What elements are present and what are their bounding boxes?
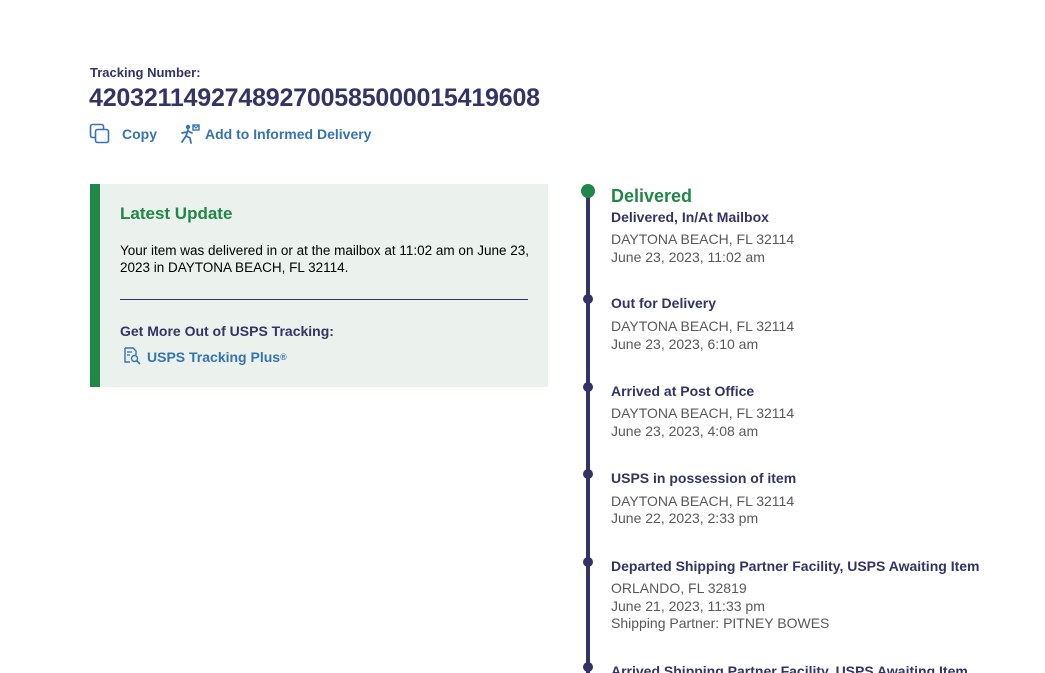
- informed-delivery-icon: [179, 123, 205, 145]
- event-location: ORLANDO, FL 32819: [611, 580, 747, 596]
- copy-icon: [89, 123, 122, 145]
- event-datetime: June 23, 2023, 11:02 am: [611, 249, 765, 265]
- tracking-plus-icon: [122, 346, 147, 368]
- event-status: Arrived at Post Office: [611, 383, 755, 399]
- delivered-headline: Delivered: [611, 186, 693, 206]
- timeline-dot: [583, 294, 593, 304]
- timeline-dot: [583, 557, 593, 567]
- timeline-dot: [583, 382, 593, 392]
- latest-update-title: Latest Update: [120, 204, 233, 223]
- timeline-dot: [583, 662, 593, 672]
- event-location: DAYTONA BEACH, FL 32114: [611, 405, 795, 421]
- usps-tracking-plus-link[interactable]: USPS Tracking Plus ®: [122, 346, 287, 368]
- divider: [120, 299, 528, 300]
- event-datetime: June 22, 2023, 2:33 pm: [611, 510, 759, 526]
- tracking-number: 420321149274892700585000015419608: [89, 84, 540, 112]
- event-status: Out for Delivery: [611, 295, 717, 311]
- more-tracking-label: Get More Out of USPS Tracking:: [120, 323, 334, 339]
- event-note: Shipping Partner: PITNEY BOWES: [611, 615, 830, 631]
- timeline-line: [586, 192, 590, 673]
- tracking-actions: Copy Add to Informed Delivery: [89, 123, 371, 145]
- copy-label: Copy: [122, 126, 157, 142]
- timeline-dot-delivered: [581, 184, 595, 198]
- event-status: Arrived Shipping Partner Facility, USPS …: [611, 663, 968, 673]
- copy-button[interactable]: Copy: [89, 123, 157, 145]
- tracking-number-label: Tracking Number:: [90, 65, 201, 80]
- tracking-plus-label: USPS Tracking Plus: [147, 349, 281, 365]
- event-datetime: June 23, 2023, 6:10 am: [611, 336, 759, 352]
- event-datetime: June 23, 2023, 4:08 am: [611, 423, 759, 439]
- tracking-history-timeline: Delivered Delivered, In/At Mailbox DAYTO…: [580, 0, 1045, 673]
- registered-mark: ®: [280, 352, 287, 362]
- event-datetime: June 21, 2023, 11:33 pm: [611, 598, 765, 614]
- event-location: DAYTONA BEACH, FL 32114: [611, 231, 795, 247]
- event-status: Delivered, In/At Mailbox: [611, 209, 769, 225]
- timeline-dot: [583, 469, 593, 479]
- event-status: Departed Shipping Partner Facility, USPS…: [611, 558, 980, 574]
- event-location: DAYTONA BEACH, FL 32114: [611, 318, 795, 334]
- latest-update-text: Your item was delivered in or at the mai…: [120, 243, 529, 275]
- add-informed-delivery-button[interactable]: Add to Informed Delivery: [179, 123, 371, 145]
- event-location: DAYTONA BEACH, FL 32114: [611, 493, 795, 509]
- informed-delivery-label: Add to Informed Delivery: [205, 126, 372, 142]
- latest-update-card: Latest Update Your item was delivered in…: [90, 184, 548, 387]
- event-status: USPS in possession of item: [611, 470, 797, 486]
- tracking-page: Tracking Number: 42032114927489270058500…: [0, 0, 1045, 673]
